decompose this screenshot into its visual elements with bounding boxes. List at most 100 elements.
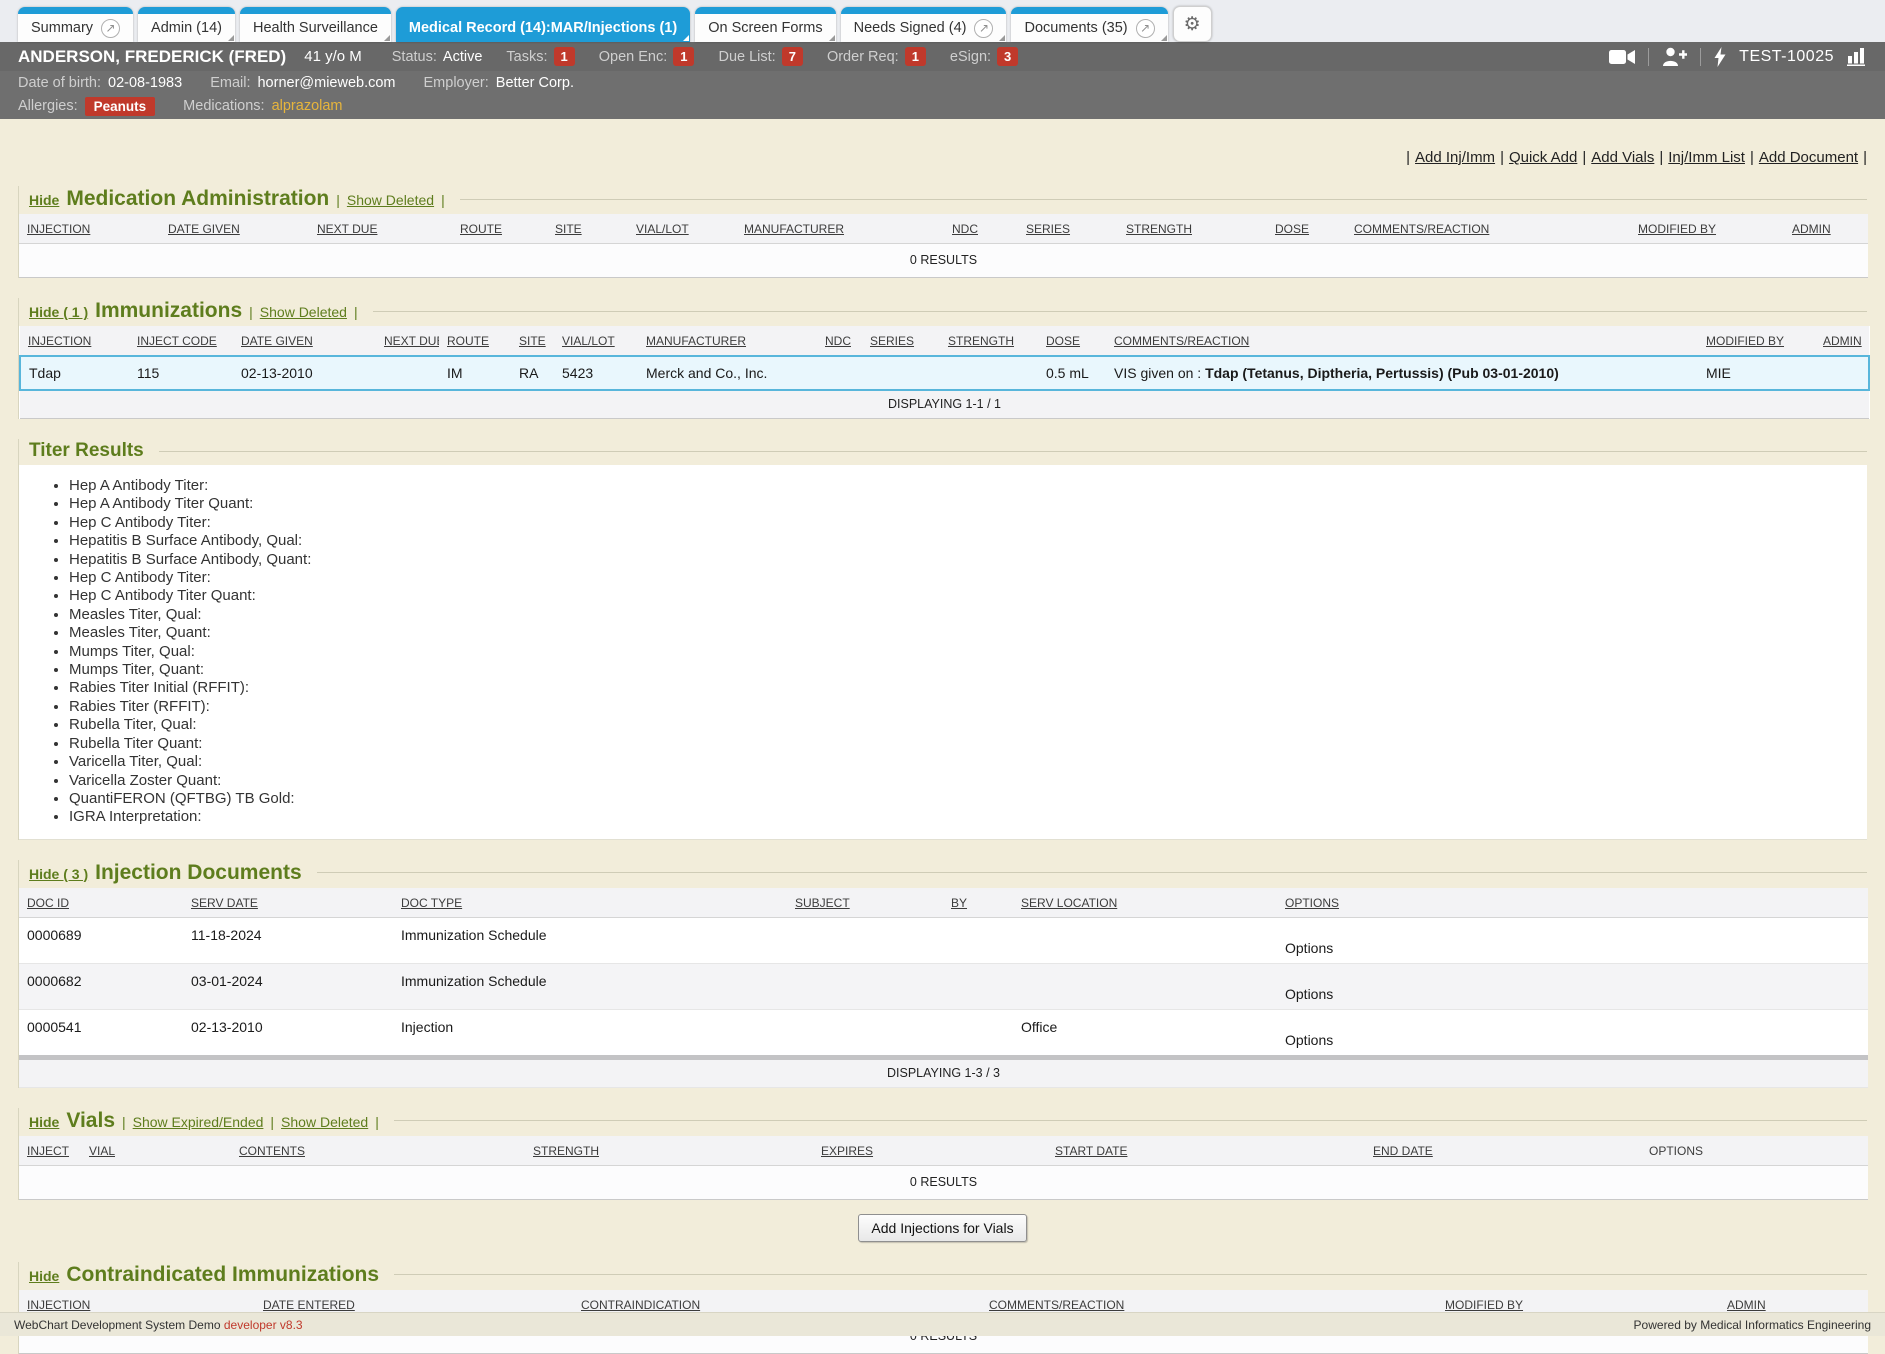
section-titer-results: Titer Results Hep A Antibody Titer:Hep A… (18, 439, 1867, 840)
hide-link[interactable]: Hide (29, 192, 59, 208)
options-link[interactable]: Options (1285, 1032, 1333, 1048)
external-link-icon[interactable]: ↗ (974, 19, 993, 38)
bar-chart-icon[interactable] (1847, 47, 1867, 66)
column-header[interactable]: OPTIONS (1277, 888, 1868, 918)
action-link[interactable]: Inj/Imm List (1668, 149, 1745, 166)
column-header[interactable]: START DATE (1047, 1136, 1365, 1166)
column-header[interactable]: MANUFACTURER (736, 214, 944, 244)
show-deleted-link[interactable]: Show Deleted (260, 304, 347, 320)
column-header[interactable]: SERV LOCATION (1013, 888, 1277, 918)
column-header[interactable]: COMMENTS/REACTION (1106, 326, 1698, 356)
column-header[interactable]: DATE GIVEN (160, 214, 309, 244)
column-header[interactable]: NEXT DUE (309, 214, 452, 244)
column-header[interactable]: INJECTION (20, 326, 129, 356)
order-req-count-badge[interactable]: 1 (905, 47, 926, 66)
tab-on-screen-forms[interactable]: On Screen Forms (695, 7, 835, 42)
empty-results-row: 0 RESULTS (19, 244, 1868, 278)
tab-label: On Screen Forms (708, 20, 822, 36)
show-deleted-link[interactable]: Show Deleted (347, 192, 434, 208)
tab-needs-signed[interactable]: Needs Signed (4) ↗ (841, 7, 1007, 42)
immunization-row-tdap[interactable]: Tdap 115 02-13-2010 IM RA 5423 Merck and… (20, 356, 1869, 390)
show-deleted-link[interactable]: Show Deleted (281, 1114, 368, 1130)
column-header[interactable]: SITE (547, 214, 628, 244)
settings-tab[interactable]: ⚙ (1173, 6, 1212, 42)
column-header[interactable]: SERIES (862, 326, 940, 356)
hide-link[interactable]: Hide (29, 1114, 59, 1130)
column-header[interactable]: DATE GIVEN (233, 326, 376, 356)
action-link[interactable]: Add Inj/Imm (1415, 149, 1495, 166)
column-header[interactable]: MODIFIED BY (1698, 326, 1815, 356)
allergy-badge[interactable]: Peanuts (85, 97, 156, 116)
due-list-count-badge[interactable]: 7 (782, 47, 803, 66)
column-header[interactable]: INJECT (19, 1136, 81, 1166)
column-header[interactable]: DOC TYPE (393, 888, 787, 918)
column-header[interactable]: COMMENTS/REACTION (1346, 214, 1630, 244)
column-header[interactable]: INJECTION (19, 214, 160, 244)
external-link-icon[interactable]: ↗ (1136, 19, 1155, 38)
column-header[interactable]: SUBJECT (787, 888, 943, 918)
column-header[interactable]: VIAL/LOT (554, 326, 638, 356)
column-header[interactable]: EXPIRES (813, 1136, 1047, 1166)
column-header[interactable]: ADMIN (1815, 326, 1869, 356)
action-link[interactable]: Add Vials (1591, 149, 1654, 166)
column-header[interactable]: ROUTE (439, 326, 511, 356)
esign-count-badge[interactable]: 3 (997, 47, 1018, 66)
column-header[interactable]: VIAL (81, 1136, 231, 1166)
hide-link[interactable]: Hide ( 1 ) (29, 304, 88, 320)
section-title: Contraindicated Immunizations (66, 1263, 379, 1287)
column-header[interactable]: STRENGTH (940, 326, 1038, 356)
options-link[interactable]: Options (1285, 986, 1333, 1002)
hide-link[interactable]: Hide (29, 1268, 59, 1284)
column-header[interactable]: BY (943, 888, 1013, 918)
add-injections-for-vials-button[interactable]: Add Injections for Vials (858, 1214, 1026, 1242)
column-header[interactable]: STRENGTH (525, 1136, 813, 1166)
column-header[interactable]: INJECT CODE (129, 326, 233, 356)
external-link-icon[interactable]: ↗ (101, 19, 120, 38)
action-link[interactable]: Quick Add (1509, 149, 1577, 166)
patient-header: ANDERSON, FREDERICK (FRED) 41 y/o M Stat… (0, 42, 1885, 119)
hide-link[interactable]: Hide ( 3 ) (29, 866, 88, 882)
column-header[interactable]: OPTIONS (1641, 1136, 1868, 1166)
column-header[interactable]: ROUTE (452, 214, 547, 244)
action-link[interactable]: Add Document (1759, 149, 1858, 166)
column-header[interactable]: NDC (944, 214, 1018, 244)
column-header[interactable]: SERIES (1018, 214, 1118, 244)
tab-summary[interactable]: Summary ↗ (18, 7, 133, 42)
column-header[interactable]: NEXT DUE (376, 326, 439, 356)
show-expired-ended-link[interactable]: Show Expired/Ended (133, 1114, 264, 1130)
add-person-icon[interactable] (1662, 47, 1687, 66)
status-label: Status: (392, 49, 437, 65)
tab-admin[interactable]: Admin (14) (138, 7, 235, 42)
column-header[interactable]: MANUFACTURER (638, 326, 817, 356)
cell-options: Options (1277, 1009, 1868, 1057)
column-header[interactable]: MODIFIED BY (1630, 214, 1784, 244)
document-row[interactable]: 0000682 03-01-2024 Immunization Schedule… (19, 963, 1868, 1009)
column-header[interactable]: END DATE (1365, 1136, 1641, 1166)
cell-inject-code: 115 (129, 356, 233, 390)
column-header[interactable]: STRENGTH (1118, 214, 1267, 244)
tab-documents[interactable]: Documents (35) ↗ (1011, 7, 1167, 42)
column-header[interactable]: ADMIN (1784, 214, 1868, 244)
column-header[interactable]: DOSE (1267, 214, 1346, 244)
column-header[interactable]: SITE (511, 326, 554, 356)
column-header[interactable]: VIAL/LOT (628, 214, 736, 244)
open-enc-count-badge[interactable]: 1 (673, 47, 694, 66)
document-row[interactable]: 0000541 02-13-2010 Injection Office Opti… (19, 1009, 1868, 1057)
options-link[interactable]: Options (1285, 940, 1333, 956)
tab-health-surveillance[interactable]: Health Surveillance (240, 7, 391, 42)
column-header[interactable]: DOC ID (19, 888, 183, 918)
column-header[interactable]: CONTENTS (231, 1136, 525, 1166)
document-row[interactable]: 0000689 11-18-2024 Immunization Schedule… (19, 917, 1868, 963)
tab-medical-record-mar-injections[interactable]: Medical Record (14):MAR/Injections (1) (396, 7, 690, 42)
column-header[interactable]: DOSE (1038, 326, 1106, 356)
column-header[interactable]: SERV DATE (183, 888, 393, 918)
section-vials: Hide Vials Show Expired/Ended Show Delet… (18, 1108, 1867, 1200)
lightning-bolt-icon[interactable] (1714, 47, 1726, 67)
medication-value[interactable]: alprazolam (272, 98, 343, 114)
titer-result-item: Rubella Titer Quant: (69, 735, 1867, 753)
video-camera-icon[interactable] (1609, 49, 1635, 65)
tasks-count-badge[interactable]: 1 (554, 47, 575, 66)
column-header[interactable]: NDC (817, 326, 862, 356)
employer-value: Better Corp. (496, 75, 574, 91)
tab-label: Needs Signed (4) (854, 20, 967, 36)
